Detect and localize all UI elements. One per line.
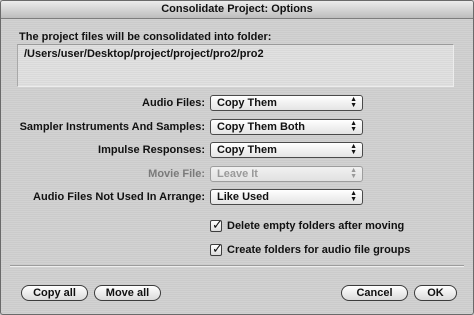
up-down-arrows-icon: ▲ ▼ (350, 96, 357, 109)
unused-audio-popup[interactable]: Like Used ▲ ▼ (210, 189, 363, 205)
up-down-arrows-icon: ▲ ▼ (350, 120, 357, 133)
option-row-movie-file: Movie File: Leave It ▲ ▼ (1, 166, 473, 184)
impulse-responses-popup[interactable]: Copy Them ▲ ▼ (210, 142, 363, 158)
audio-files-popup[interactable]: Copy Them ▲ ▼ (210, 95, 363, 111)
create-folders-option[interactable]: ✓ Create folders for audio file groups (210, 241, 411, 259)
consolidate-options-dialog: Consolidate Project: Options The project… (0, 0, 474, 315)
unused-audio-value: Like Used (217, 191, 269, 203)
destination-path: /Users/user/Desktop/project/project/pro2… (24, 48, 264, 60)
movie-file-popup: Leave It ▲ ▼ (210, 166, 363, 182)
destination-path-field: /Users/user/Desktop/project/project/pro2… (17, 44, 454, 87)
option-row-impulse-responses: Impulse Responses: Copy Them ▲ ▼ (1, 142, 473, 160)
option-row-sampler-instruments: Sampler Instruments And Samples: Copy Th… (1, 119, 473, 137)
option-row-unused-audio: Audio Files Not Used In Arrange: Like Us… (1, 189, 473, 207)
sampler-instruments-label: Sampler Instruments And Samples: (19, 121, 205, 133)
sampler-instruments-popup[interactable]: Copy Them Both ▲ ▼ (210, 119, 363, 135)
copy-all-button[interactable]: Copy all (21, 285, 88, 301)
impulse-responses-value: Copy Them (217, 144, 277, 156)
up-down-arrows-icon: ▲ ▼ (350, 143, 357, 156)
delete-empty-folders-label: Delete empty folders after moving (227, 220, 405, 232)
cancel-button[interactable]: Cancel (341, 285, 408, 301)
window-title: Consolidate Project: Options (1, 1, 473, 19)
impulse-responses-label: Impulse Responses: (98, 144, 205, 156)
audio-files-value: Copy Them (217, 97, 277, 109)
delete-empty-folders-option[interactable]: ✓ Delete empty folders after moving (210, 217, 405, 235)
up-down-arrows-icon: ▲ ▼ (350, 167, 357, 180)
audio-files-label: Audio Files: (142, 97, 205, 109)
checkmark-icon: ✓ (212, 241, 223, 257)
divider (10, 265, 464, 267)
delete-empty-folders-checkbox[interactable]: ✓ (210, 217, 223, 233)
movie-file-value: Leave It (217, 168, 258, 180)
create-folders-checkbox[interactable]: ✓ (210, 241, 223, 257)
destination-description: The project files will be consolidated i… (19, 31, 272, 43)
unused-audio-label: Audio Files Not Used In Arrange: (33, 191, 205, 203)
move-all-button[interactable]: Move all (94, 285, 161, 301)
movie-file-label: Movie File: (148, 168, 205, 180)
checkmark-icon: ✓ (212, 217, 223, 233)
ok-button[interactable]: OK (414, 285, 457, 301)
up-down-arrows-icon: ▲ ▼ (350, 190, 357, 203)
sampler-instruments-value: Copy Them Both (217, 121, 305, 133)
create-folders-label: Create folders for audio file groups (227, 244, 411, 256)
option-row-audio-files: Audio Files: Copy Them ▲ ▼ (1, 95, 473, 113)
